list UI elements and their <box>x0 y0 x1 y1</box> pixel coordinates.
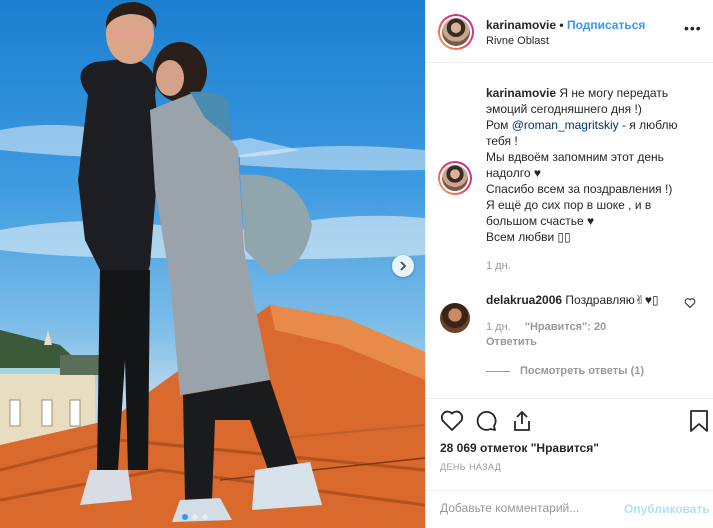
publish-button[interactable]: Опубликовать <box>624 502 710 516</box>
post-photo[interactable] <box>0 0 425 528</box>
comment-body: Поздравляю✌♥▯ <box>565 293 659 307</box>
bookmark-icon[interactable] <box>688 409 710 433</box>
caption-line: Всем любви ▯▯ <box>486 230 571 244</box>
comment-likes[interactable]: "Нравится": 20 <box>525 321 606 333</box>
chevron-right-icon <box>400 261 407 271</box>
like-heart-icon[interactable] <box>440 409 464 433</box>
add-comment-bar: Опубликовать <box>426 490 713 528</box>
reply-button[interactable]: Ответить <box>486 336 537 348</box>
caption-line: Спасибо всем за поздравления !) <box>486 182 673 196</box>
carousel-dot <box>182 514 188 520</box>
caption-timestamp: 1 дн. <box>486 260 511 272</box>
comment-text: delakrua2006 Поздравляю✌♥▯ <box>486 292 659 308</box>
view-replies-button[interactable]: Посмотреть ответы (1) <box>486 365 644 377</box>
comment-input[interactable] <box>440 501 620 515</box>
post-panel: karinamovie • Подписаться Rivne Oblast •… <box>425 0 713 528</box>
replies-divider <box>486 370 510 372</box>
commenter-avatar[interactable] <box>440 303 470 333</box>
post-actions: 28 069 отметок "Нравится" ДЕНЬ НАЗАД <box>426 398 713 490</box>
author-line: karinamovie • Подписаться <box>486 18 645 32</box>
carousel-indicator <box>182 514 208 520</box>
comment-timestamp: 1 дн. <box>486 321 511 333</box>
caption-username[interactable]: karinamovie <box>486 86 556 100</box>
caption-mention[interactable]: @roman_magritskiy <box>512 118 619 132</box>
post-location[interactable]: Rivne Oblast <box>486 35 549 47</box>
next-slide-button[interactable] <box>392 255 414 277</box>
caption-line: Я ещё до сих пор в шоке , и в большом сч… <box>486 198 652 228</box>
post-header: karinamovie • Подписаться Rivne Oblast •… <box>426 0 713 63</box>
view-replies-label: Посмотреть ответы (1) <box>520 365 645 377</box>
more-options-icon[interactable]: ••• <box>684 20 702 36</box>
likes-count[interactable]: 28 069 отметок "Нравится" <box>440 441 599 455</box>
photo-scene <box>0 2 425 528</box>
post-caption: karinamovie Я не могу передать эмоций се… <box>486 85 686 245</box>
carousel-dot <box>192 514 198 520</box>
follow-button[interactable]: Подписаться <box>567 18 645 32</box>
comment-meta: 1 дн. "Нравится": 20 <box>486 321 606 333</box>
author-username[interactable]: karinamovie <box>486 18 556 32</box>
post-date: ДЕНЬ НАЗАД <box>440 462 502 472</box>
header-separator: • <box>559 18 564 32</box>
carousel-dot <box>202 514 208 520</box>
commenter-username[interactable]: delakrua2006 <box>486 293 562 307</box>
caption-line: Ром <box>486 118 509 132</box>
comments-section: karinamovie Я не могу передать эмоций се… <box>426 63 713 398</box>
author-avatar[interactable] <box>438 14 474 50</box>
caption-line: Мы вдвоём запомним этот день надолго ♥ <box>486 150 664 180</box>
share-icon[interactable] <box>510 409 534 433</box>
comment-bubble-icon[interactable] <box>474 409 498 433</box>
caption-avatar[interactable] <box>438 161 472 195</box>
comment-heart-icon[interactable] <box>684 297 696 309</box>
